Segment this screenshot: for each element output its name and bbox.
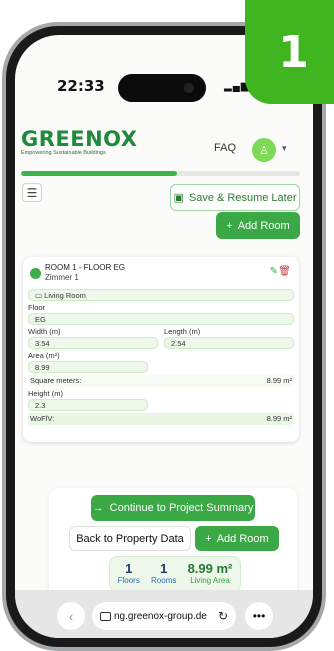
reload-icon[interactable]: ↻ [218, 609, 228, 623]
floor-field[interactable]: EG [28, 313, 294, 325]
room-type-select[interactable]: ▭ Living Room [28, 289, 294, 301]
room-type-value: Living Room [44, 291, 86, 300]
camera-icon [184, 83, 194, 93]
more-icon[interactable]: ••• [245, 602, 273, 630]
phone-bezel: 22:33 ▂▄▆ ⌔ GREENOX Empowering Sustainab… [6, 26, 322, 647]
save-resume-button[interactable]: ▣ Save & Resume Later [170, 184, 300, 211]
room-icon [30, 268, 41, 279]
tabs-icon [100, 611, 111, 621]
stats-panel: 1 Floors 1 Rooms 8.99 m² Living Area [109, 556, 241, 592]
progress-bar [21, 171, 300, 176]
stat-floors-label: Floors [117, 576, 140, 585]
add-room-button-top[interactable]: + Add Room [216, 212, 300, 239]
actions-card: → Continue to Project Summary Back to Pr… [49, 488, 297, 605]
logo-wordmark: GREENOX [21, 127, 138, 151]
stat-living-area-value: 8.99 m² [187, 561, 233, 576]
stat-rooms-label: Rooms [151, 576, 177, 585]
width-label: Width (m) [28, 327, 61, 336]
length-field[interactable]: 2.54 [164, 337, 294, 349]
length-label: Length (m) [164, 327, 201, 336]
wofiv-value: 8.99 m² [266, 414, 292, 423]
app-header: GREENOX Empowering Sustainable Buildings… [15, 117, 313, 162]
stat-floors-value: 1 [125, 561, 133, 576]
square-meters-value: 8.99 m² [266, 376, 292, 385]
step-badge: 1 [245, 0, 334, 104]
dimensions-row: Width (m) 3.54 Length (m) 2.54 [28, 327, 294, 351]
faq-link[interactable]: FAQ [214, 142, 236, 154]
area-label: Area (m²) [28, 351, 60, 360]
stat-rooms: 1 Rooms [151, 562, 176, 586]
trash-icon[interactable]: 🗑 [278, 266, 291, 277]
square-meters-row: Square meters: 8.99 m² [28, 375, 294, 387]
status-time: 22:33 [57, 77, 105, 95]
screen: 22:33 ▂▄▆ ⌔ GREENOX Empowering Sustainab… [15, 35, 313, 638]
dynamic-island [118, 74, 206, 102]
room-title: ROOM 1 - FLOOR EG [45, 263, 126, 272]
url-text: ng.greenox-group.de [114, 610, 207, 622]
url-bar[interactable]: ng.greenox-group.de ↻ [92, 602, 236, 630]
save-resume-label: Save & Resume Later [188, 191, 297, 204]
back-icon[interactable]: ‹ [57, 602, 85, 630]
continue-label: Continue to Project Summary [109, 502, 254, 514]
plus-icon: + [205, 532, 212, 545]
room-type-icon: ▭ [35, 291, 45, 300]
floor-label: Floor [28, 303, 46, 312]
add-room-label: Add Room [216, 532, 269, 545]
room-card-header: ROOM 1 - FLOOR EG Zimmer 1 ✎ 🗑 [28, 263, 294, 289]
area-field[interactable]: 8.99 [28, 361, 148, 373]
plus-icon: + [226, 219, 233, 232]
height-label: Height (m) [28, 389, 64, 398]
stat-living-area-label: Living Area [190, 576, 230, 585]
back-button[interactable]: Back to Property Data [69, 526, 191, 551]
width-field[interactable]: 3.54 [28, 337, 158, 349]
stat-rooms-value: 1 [160, 561, 168, 576]
edit-icon[interactable]: ✎ [270, 266, 278, 277]
save-icon: ▣ [173, 192, 184, 204]
add-room-button-bottom[interactable]: + Add Room [195, 526, 279, 551]
room-subtitle: Zimmer 1 [45, 273, 79, 282]
chevron-down-icon[interactable]: ▾ [282, 143, 287, 154]
browser-bar: ‹ ng.greenox-group.de ↻ ••• [15, 590, 313, 638]
logo[interactable]: GREENOX Empowering Sustainable Buildings [21, 127, 138, 157]
room-card: ROOM 1 - FLOOR EG Zimmer 1 ✎ 🗑 ▭ Living … [23, 257, 299, 442]
menu-button[interactable]: ☰ [22, 183, 42, 202]
add-room-label: Add Room [237, 219, 290, 232]
hamburger-icon: ☰ [26, 185, 38, 200]
height-field[interactable]: 2.3 [28, 399, 148, 411]
phone-frame: 22:33 ▂▄▆ ⌔ GREENOX Empowering Sustainab… [2, 22, 326, 651]
arrow-right-icon: → [92, 502, 104, 514]
stat-living-area: 8.99 m² Living Area [188, 562, 233, 586]
square-meters-label: Square meters: [30, 376, 82, 385]
progress-fill [21, 171, 178, 176]
stat-floors: 1 Floors [118, 562, 140, 586]
continue-button[interactable]: → Continue to Project Summary [91, 495, 255, 521]
user-avatar-icon[interactable]: ♙ [252, 138, 276, 162]
wofiv-label: WoFlV: [30, 414, 55, 423]
wofiv-row: WoFlV: 8.99 m² [28, 413, 294, 425]
